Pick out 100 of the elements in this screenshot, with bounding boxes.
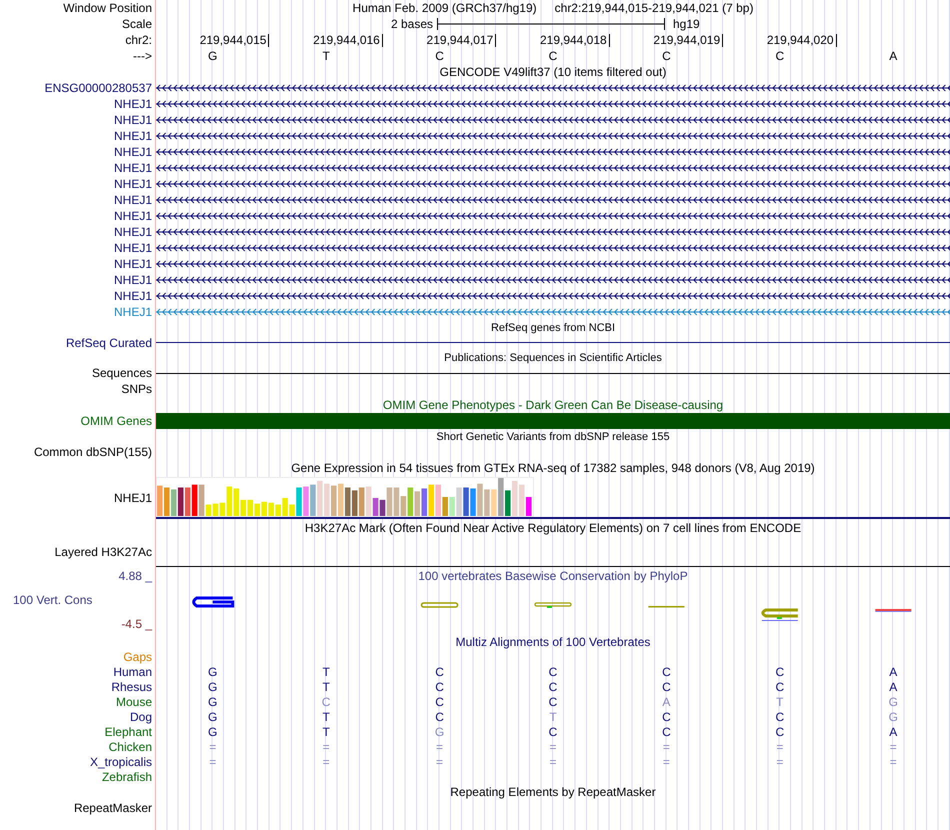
gene-strand-drawing[interactable]	[156, 116, 950, 124]
aligned-base: C	[435, 664, 444, 678]
gene-strand-drawing[interactable]	[156, 276, 950, 284]
track-title: 100 vertebrates Basewise Conservation by PhyloP	[418, 568, 688, 585]
track-label[interactable]: OMIM Genes	[80, 414, 152, 428]
gene-label[interactable]: NHEJ1	[114, 161, 152, 175]
base-letter: C	[548, 49, 558, 63]
track-label[interactable]: Scale	[122, 17, 152, 31]
ruler-position: 219,944,019	[653, 34, 724, 46]
species-label[interactable]: X_tropicalis	[90, 754, 152, 768]
aligned-base: G	[208, 664, 218, 678]
track-title: Publications: Sequences in Scientific Articles	[444, 350, 662, 364]
track-label[interactable]: Sequences	[92, 366, 152, 380]
aligned-base: C	[662, 664, 671, 678]
aligned-base: C	[548, 680, 558, 694]
scale-assembly: hg19	[673, 16, 700, 33]
gene-label[interactable]: NHEJ1	[114, 209, 152, 223]
gene-label[interactable]: NHEJ1	[114, 305, 152, 319]
aligned-base: C	[435, 710, 444, 724]
aligned-base: T	[322, 680, 330, 694]
aligned-base: C	[662, 724, 671, 738]
track-label[interactable]: SNPs	[121, 382, 152, 396]
track-title: RefSeq genes from NCBI	[490, 320, 616, 334]
aligned-base: G	[208, 710, 218, 724]
aligned-base: C	[435, 694, 444, 708]
track-title: GENCODE V49lift37 (10 items filtered out)	[440, 65, 666, 79]
aligned-base: =	[776, 740, 784, 754]
aligned-base: C	[776, 680, 784, 694]
track-label[interactable]: 100 Vert. Cons	[13, 593, 92, 607]
axis-max-label: 4.88 _	[118, 568, 152, 585]
gene-strand-drawing[interactable]	[156, 180, 950, 188]
gene-label[interactable]: NHEJ1	[114, 241, 152, 255]
track-label[interactable]: NHEJ1	[114, 490, 152, 504]
aligned-base: A	[662, 694, 670, 708]
gene-strand-drawing[interactable]	[156, 100, 950, 108]
aligned-base: C	[776, 724, 784, 738]
aligned-base: T	[776, 694, 784, 708]
gene-label[interactable]: NHEJ1	[114, 289, 152, 303]
gene-label[interactable]: NHEJ1	[114, 193, 152, 207]
gene-label[interactable]: NHEJ1	[114, 129, 152, 143]
track-label[interactable]: Layered H3K27Ac	[54, 545, 152, 559]
gene-strand-drawing[interactable]	[156, 132, 950, 140]
aligned-base: G	[208, 694, 218, 708]
aligned-base: C	[662, 680, 671, 694]
aligned-base: C	[548, 724, 558, 738]
ruler-position: 219,944,020	[766, 34, 837, 46]
track-title: Gene Expression in 54 tissues from GTEx RNA-seq of 17382 samples, 948 donors (V8, Aug 2019)	[291, 461, 815, 475]
base-letter: G	[208, 49, 218, 63]
sequence-line[interactable]	[156, 372, 950, 374]
base-letter: A	[889, 49, 898, 63]
species-label[interactable]: Chicken	[108, 740, 152, 754]
species-label[interactable]: Dog	[130, 710, 152, 724]
aligned-base: =	[776, 754, 784, 768]
gene-label[interactable]: NHEJ1	[114, 273, 152, 287]
aligned-base: =	[322, 740, 330, 754]
gene-label[interactable]: NHEJ1	[114, 225, 152, 239]
species-label[interactable]: Human	[113, 664, 152, 678]
gene-strand-drawing[interactable]	[156, 244, 950, 252]
track-label[interactable]: RefSeq Curated	[66, 336, 152, 350]
ruler-position: 219,944,016	[313, 34, 383, 46]
aligned-base: T	[549, 710, 557, 724]
gene-strand-drawing[interactable]	[156, 148, 950, 156]
species-label[interactable]: Zebrafish	[102, 770, 152, 784]
track-title: Repeating Elements by RepeatMasker	[450, 785, 656, 799]
track-label[interactable]: chr2:	[125, 33, 152, 47]
gene-label[interactable]: NHEJ1	[114, 257, 152, 271]
gene-label[interactable]: NHEJ1	[114, 97, 152, 111]
gene-strand-drawing[interactable]	[156, 260, 950, 268]
ruler-position: 219,944,017	[426, 34, 496, 46]
aligned-base: =	[662, 754, 670, 768]
aligned-base: =	[209, 740, 216, 754]
gene-label[interactable]: NHEJ1	[114, 145, 152, 159]
gene-strand-drawing[interactable]	[156, 292, 950, 300]
scale-length: 2 bases	[390, 16, 433, 33]
aligned-base: T	[322, 710, 330, 724]
gene-strand-drawing[interactable]	[156, 84, 950, 92]
gene-strand-drawing[interactable]	[156, 196, 950, 204]
species-label[interactable]: Elephant	[104, 724, 152, 738]
aligned-base: G	[208, 724, 218, 738]
gene-strand-drawing[interactable]	[156, 164, 950, 172]
track-title: Multiz Alignments of 100 Vertebrates	[456, 634, 650, 650]
species-label[interactable]: Rhesus	[111, 680, 152, 694]
aligned-base: C	[435, 680, 444, 694]
track-label[interactable]: --->	[133, 49, 152, 63]
base-letter: C	[662, 49, 671, 63]
track-title: OMIM Gene Phenotypes - Dark Green Can Be Disease-causing	[382, 397, 724, 414]
track-label[interactable]: RepeatMasker	[74, 800, 152, 814]
assembly-name: Human Feb. 2009 (GRCh37/hg19)	[352, 0, 537, 17]
gene-label[interactable]: NHEJ1	[114, 113, 152, 127]
gene-strand-drawing[interactable]	[156, 228, 950, 236]
aligned-base: C	[776, 664, 784, 678]
gene-strand-drawing[interactable]	[156, 212, 950, 220]
species-label[interactable]: Mouse	[116, 694, 152, 708]
track-label[interactable]: Common dbSNP(155)	[34, 445, 152, 459]
gene-label[interactable]: NHEJ1	[114, 177, 152, 191]
track-label[interactable]: Window Position	[63, 1, 152, 15]
genome-position: chr2:219,944,015-219,944,021 (7 bp)	[554, 0, 754, 17]
aligned-base: C	[662, 710, 671, 724]
gene-label[interactable]: ENSG00000280537	[44, 81, 152, 95]
aligned-base: A	[889, 724, 898, 738]
